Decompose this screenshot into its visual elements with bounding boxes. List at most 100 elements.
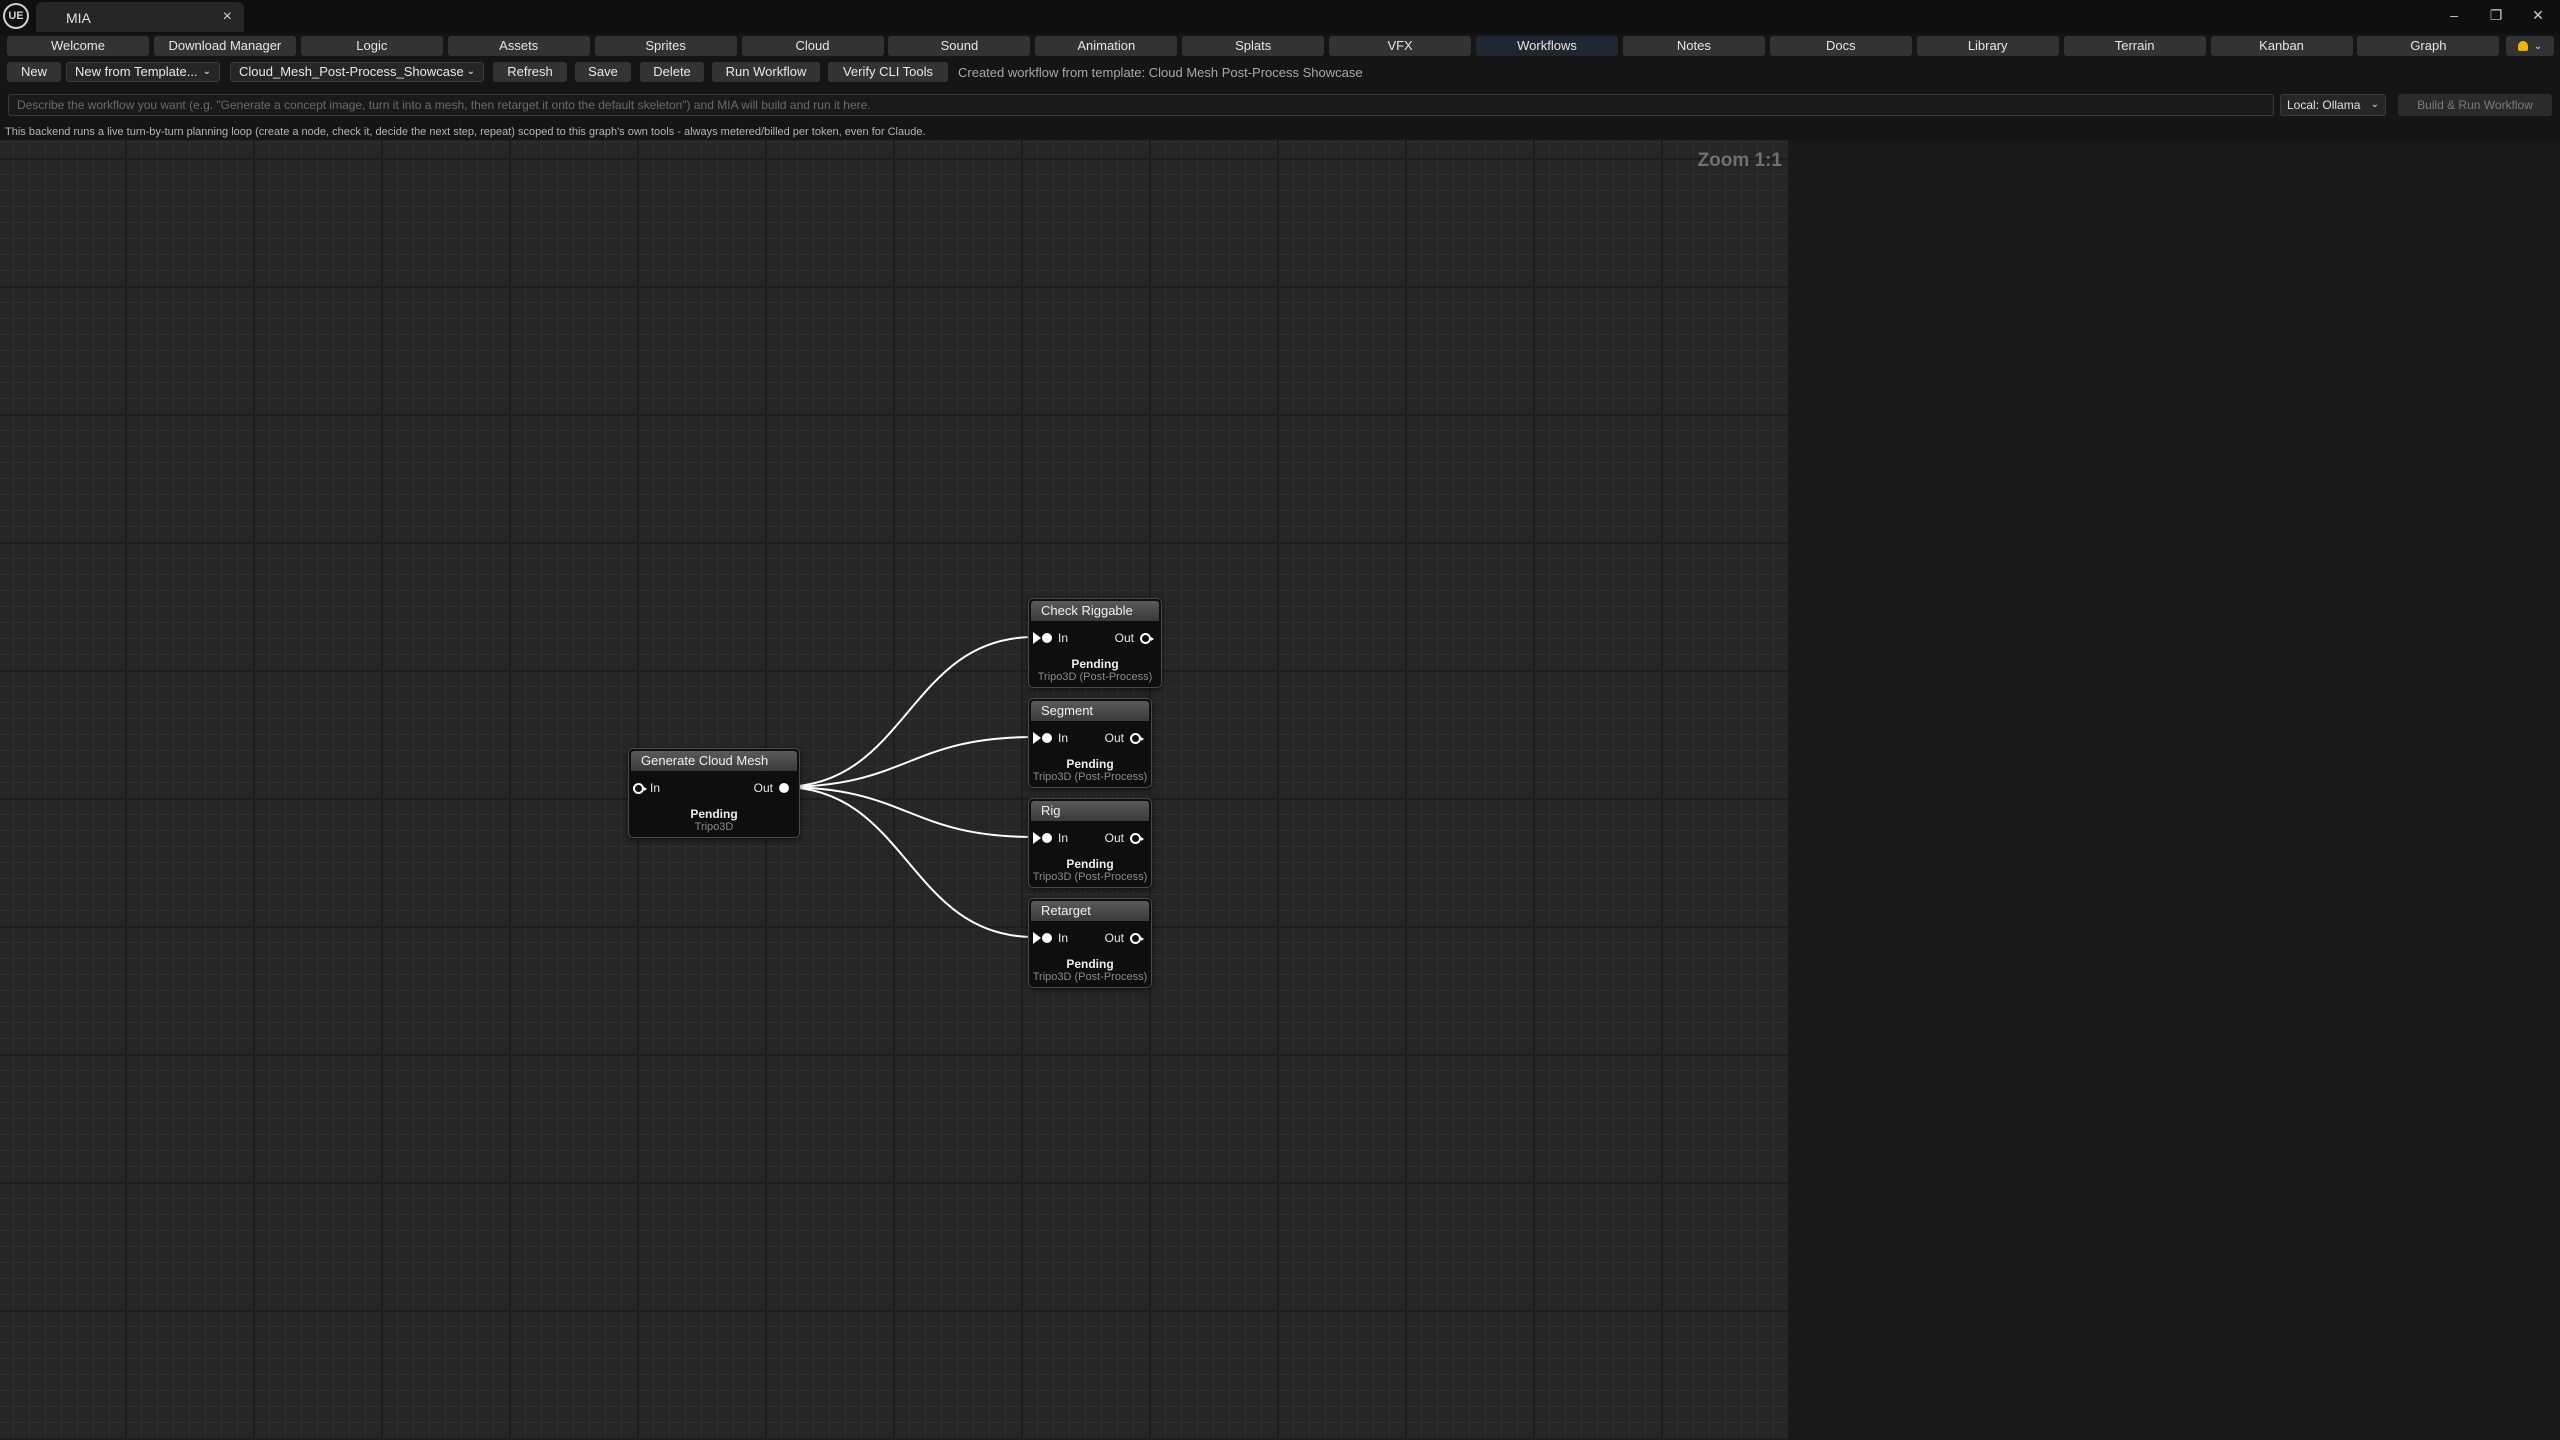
output-pin-icon[interactable] (1130, 832, 1144, 844)
minimize-button[interactable]: – (2434, 2, 2474, 28)
workflow-toolbar: New New from Template... ⌄ Cloud_Mesh_Po… (0, 62, 2560, 84)
delete-button[interactable]: Delete (640, 62, 704, 82)
node-title: Retarget (1031, 901, 1149, 921)
node-check-riggable[interactable]: Check Riggable In Out Pending Tripo3D (Post-… (1028, 598, 1162, 688)
chevron-down-icon: ⌄ (2533, 40, 2543, 52)
tab-kanban[interactable]: Kanban (2210, 36, 2353, 56)
node-output-pin[interactable]: Out (1104, 931, 1144, 945)
tab-download-manager[interactable]: Download Manager (153, 36, 296, 56)
wire-retarget (781, 786, 1035, 938)
node-status: Pending (1066, 857, 1114, 871)
close-tab-icon[interactable]: × (223, 8, 232, 26)
details-panel (1788, 140, 2560, 1440)
template-dropdown[interactable]: New from Template... ⌄ (66, 62, 220, 82)
input-pin-icon[interactable] (1042, 933, 1052, 943)
graph-canvas[interactable]: Zoom 1:1 Generate Cloud Mesh In Out Pending… (0, 140, 1788, 1440)
tab-logic[interactable]: Logic (300, 36, 443, 56)
node-title: Rig (1031, 801, 1149, 821)
title-bar: UE MIA × – ❐ ✕ (0, 0, 2560, 34)
workflow-prompt-input[interactable] (8, 94, 2274, 116)
backend-dropdown[interactable]: Local: Ollama ⌄ (2280, 94, 2386, 116)
status-message: Created workflow from template: Cloud Me… (958, 65, 1363, 80)
node-input-pin[interactable]: In (1033, 731, 1068, 745)
node-type: Tripo3D (Post-Process) (1037, 671, 1153, 683)
tab-assets[interactable]: Assets (447, 36, 590, 56)
node-status: Pending (690, 807, 738, 821)
new-button[interactable]: New (7, 62, 61, 82)
node-output-pin[interactable]: Out (1105, 731, 1144, 745)
close-window-button[interactable]: ✕ (2518, 2, 2558, 28)
zoom-level: Zoom 1:1 (1697, 150, 1782, 171)
save-button[interactable]: Save (575, 62, 631, 82)
build-and-run-button[interactable]: Build & Run Workflow (2398, 94, 2552, 116)
output-pin-icon[interactable] (779, 783, 789, 793)
output-pin-icon[interactable] (1130, 732, 1144, 744)
tab-graph[interactable]: Graph (2357, 36, 2500, 56)
chevron-down-icon: ⌄ (202, 66, 211, 77)
workflow-select-label: Cloud_Mesh_Post-Process_Showcase (239, 64, 464, 79)
backend-dropdown-label: Local: Ollama (2287, 98, 2361, 112)
tab-terrain[interactable]: Terrain (2063, 36, 2206, 56)
document-tab-title: MIA (66, 10, 91, 26)
node-status: Pending (1066, 757, 1114, 771)
output-pin-label: Out (1104, 931, 1124, 945)
backend-info-text: This backend runs a live turn-by-turn pl… (5, 126, 926, 138)
exec-input-pin-icon[interactable] (633, 782, 647, 794)
node-input-pin[interactable]: In (633, 781, 660, 795)
node-input-pin[interactable]: In (1033, 631, 1068, 645)
input-pin-label: In (1058, 731, 1069, 745)
tab-sprites[interactable]: Sprites (594, 36, 737, 56)
node-type: Tripo3D (694, 821, 734, 833)
notifications-button[interactable]: ⌄ (2506, 36, 2554, 56)
connection-wires (781, 636, 1035, 938)
tab-docs[interactable]: Docs (1769, 36, 1912, 56)
node-retarget[interactable]: Retarget In Out Pending Tripo3D (Post-Proces… (1028, 898, 1152, 988)
tab-animation[interactable]: Animation (1035, 36, 1178, 56)
workflow-select-dropdown[interactable]: Cloud_Mesh_Post-Process_Showcase ⌄ (230, 62, 484, 82)
restore-button[interactable]: ❐ (2476, 2, 2516, 28)
node-title: Check Riggable (1031, 601, 1159, 621)
chevron-down-icon: ⌄ (466, 66, 475, 77)
wire-segment (781, 736, 1035, 788)
output-pin-label: Out (1114, 631, 1134, 645)
exec-arrow-icon (1033, 832, 1041, 844)
output-pin-icon[interactable] (1130, 932, 1144, 944)
node-output-pin[interactable]: Out (754, 781, 789, 795)
node-segment[interactable]: Segment In Out Pending Tripo3D (Post-Process… (1028, 698, 1152, 788)
input-pin-icon[interactable] (1042, 633, 1052, 643)
tab-sound[interactable]: Sound (888, 36, 1031, 56)
tab-cloud[interactable]: Cloud (741, 36, 884, 56)
refresh-button[interactable]: Refresh (493, 62, 567, 82)
bell-icon (2517, 41, 2528, 51)
exec-arrow-icon (1033, 632, 1041, 644)
node-input-pin[interactable]: In (1033, 931, 1068, 945)
exec-arrow-icon (1033, 732, 1041, 744)
input-pin-label: In (1058, 631, 1069, 645)
tab-notes[interactable]: Notes (1622, 36, 1765, 56)
tab-workflows[interactable]: Workflows (1476, 36, 1618, 56)
module-tabs: Welcome Download Manager Logic Assets Sprite… (0, 36, 2560, 58)
input-pin-icon[interactable] (1042, 733, 1052, 743)
tab-welcome[interactable]: Welcome (7, 36, 149, 56)
node-status: Pending (1066, 957, 1114, 971)
node-output-pin[interactable]: Out (1114, 631, 1154, 645)
node-title: Segment (1031, 701, 1149, 721)
run-workflow-button[interactable]: Run Workflow (712, 62, 820, 82)
node-generate-cloud-mesh[interactable]: Generate Cloud Mesh In Out Pending Tripo3D (628, 748, 800, 838)
output-pin-label: Out (1104, 831, 1124, 845)
node-type: Tripo3D (Post-Process) (1032, 871, 1148, 883)
output-pin-label: Out (753, 781, 773, 795)
input-pin-label: In (1058, 931, 1069, 945)
node-rig[interactable]: Rig In Out Pending Tripo3D (Post-Process) (1028, 798, 1152, 888)
node-type: Tripo3D (Post-Process) (1032, 771, 1148, 783)
unreal-logo-icon: UE (3, 3, 29, 29)
tab-library[interactable]: Library (1916, 36, 2059, 56)
node-output-pin[interactable]: Out (1104, 831, 1144, 845)
node-input-pin[interactable]: In (1033, 831, 1068, 845)
tab-splats[interactable]: Splats (1182, 36, 1325, 56)
verify-cli-tools-button[interactable]: Verify CLI Tools (828, 62, 948, 82)
input-pin-icon[interactable] (1042, 833, 1052, 843)
tab-vfx[interactable]: VFX (1329, 36, 1472, 56)
document-tab[interactable]: MIA × (36, 2, 244, 32)
output-pin-icon[interactable] (1140, 632, 1154, 644)
